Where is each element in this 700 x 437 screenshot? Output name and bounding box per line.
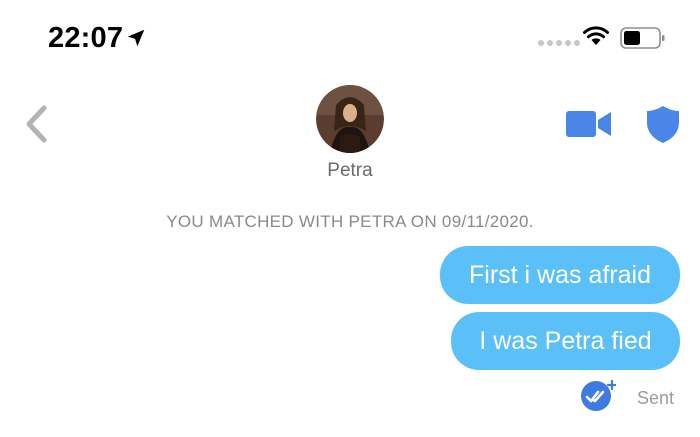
- message-status: Sent: [637, 388, 675, 408]
- chat-header: Petra: [0, 78, 700, 192]
- avatar[interactable]: [316, 85, 384, 153]
- status-bar: 22:07: [0, 0, 700, 78]
- chat-thread: YOU MATCHED WITH PETRA ON 09/11/2020. Fi…: [0, 192, 700, 437]
- contact-name: Petra: [327, 160, 373, 181]
- status-time: 22:07: [48, 22, 124, 54]
- message-bubble-outgoing[interactable]: First i was afraid: [440, 246, 680, 304]
- video-call-icon[interactable]: [566, 109, 612, 139]
- message-bubble-outgoing[interactable]: I was Petra fied: [451, 312, 680, 370]
- battery-icon: [620, 27, 665, 49]
- match-date-note: YOU MATCHED WITH PETRA ON 09/11/2020.: [166, 212, 534, 231]
- safety-shield-icon[interactable]: [645, 104, 681, 144]
- back-chevron-icon[interactable]: [22, 104, 52, 144]
- wifi-icon: [583, 26, 609, 45]
- read-receipt-icon[interactable]: [580, 380, 616, 412]
- location-arrow-icon: [127, 29, 145, 47]
- cellular-signal-icon: [538, 40, 580, 46]
